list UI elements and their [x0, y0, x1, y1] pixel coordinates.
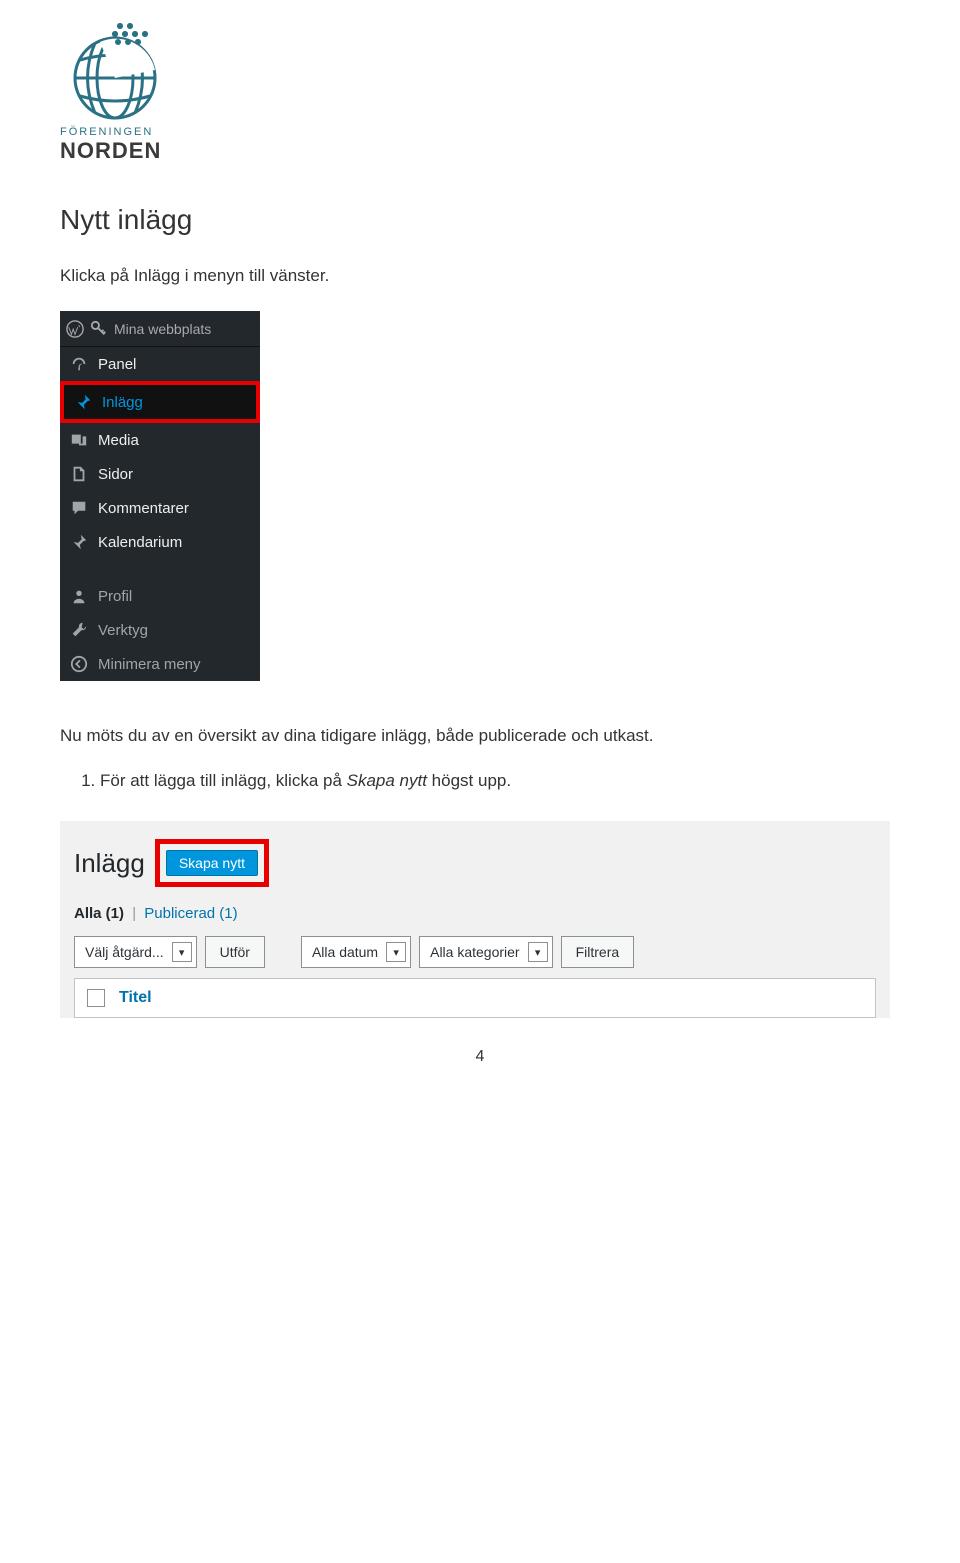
dashboard-icon: [70, 355, 88, 373]
sidebar-item-label: Kommentarer: [98, 500, 189, 517]
step1-suffix: högst upp.: [427, 771, 511, 790]
logo-line2: NORDEN: [60, 138, 900, 164]
chevron-down-icon: ▾: [386, 942, 406, 962]
chevron-down-icon: ▾: [172, 942, 192, 962]
category-filter-select[interactable]: Alla kategorier ▾: [419, 936, 553, 968]
step1-prefix: För att lägga till inlägg, klicka på: [100, 771, 347, 790]
date-filter-select[interactable]: Alla datum ▾: [301, 936, 411, 968]
sidebar-item-kalendarium[interactable]: Kalendarium: [60, 525, 260, 559]
sidebar-item-sidor[interactable]: Sidor: [60, 457, 260, 491]
filter-all[interactable]: Alla (1): [74, 905, 124, 922]
user-icon: [70, 587, 88, 605]
sidebar-item-label: Sidor: [98, 466, 133, 483]
sidebar-item-label: Inlägg: [102, 394, 143, 411]
body-text-2: Nu möts du av en översikt av dina tidiga…: [60, 726, 900, 746]
page-heading: Nytt inlägg: [60, 204, 900, 236]
media-icon: [70, 431, 88, 449]
sidebar-item-profil[interactable]: Profil: [60, 579, 260, 613]
sidebar-item-inlagg[interactable]: Inlägg: [60, 381, 260, 423]
comment-icon: [70, 499, 88, 517]
page-number: 4: [60, 1048, 900, 1066]
collapse-icon: [70, 655, 88, 673]
wp-posts-screenshot: Inlägg Skapa nytt Alla (1) | Publicerad …: [60, 821, 890, 1018]
sidebar-item-label: Minimera meny: [98, 656, 201, 673]
pin-icon: [74, 393, 92, 411]
intro-text: Klicka på Inlägg i menyn till vänster.: [60, 266, 900, 286]
pages-icon: [70, 465, 88, 483]
sidebar-item-kommentarer[interactable]: Kommentarer: [60, 491, 260, 525]
pin-icon: [70, 533, 88, 551]
topbar-label: Mina webbplats: [114, 321, 211, 337]
sidebar-item-media[interactable]: Media: [60, 423, 260, 457]
filter-links: Alla (1) | Publicerad (1): [74, 905, 876, 922]
globe-icon: [60, 20, 170, 120]
bulk-action-select[interactable]: Välj åtgärd... ▾: [74, 936, 197, 968]
select-all-checkbox[interactable]: [87, 989, 105, 1007]
wp-sidebar-screenshot: Mina webbplats Panel Inlägg Media Sidor …: [60, 311, 260, 681]
sidebar-item-label: Verktyg: [98, 622, 148, 639]
bulk-action-label: Välj åtgärd...: [85, 944, 164, 960]
wp-admin-bar[interactable]: Mina webbplats: [60, 311, 260, 347]
apply-button[interactable]: Utför: [205, 936, 265, 968]
highlight-box: Skapa nytt: [155, 839, 269, 887]
sidebar-item-label: Kalendarium: [98, 534, 182, 551]
create-new-button[interactable]: Skapa nytt: [166, 850, 258, 876]
sidebar-item-panel[interactable]: Panel: [60, 347, 260, 381]
sidebar-item-label: Media: [98, 432, 139, 449]
step1-em: Skapa nytt: [347, 771, 427, 790]
date-filter-label: Alla datum: [312, 944, 378, 960]
key-icon: [90, 320, 108, 338]
sidebar-item-label: Profil: [98, 588, 132, 605]
logo-line1: FÖRENINGEN: [60, 126, 900, 138]
table-header-row: Titel: [74, 978, 876, 1018]
chevron-down-icon: ▾: [528, 942, 548, 962]
step-1: För att lägga till inlägg, klicka på Ska…: [100, 771, 900, 791]
sidebar-item-label: Panel: [98, 356, 136, 373]
wrench-icon: [70, 621, 88, 639]
sidebar-item-collapse[interactable]: Minimera meny: [60, 647, 260, 681]
cat-filter-label: Alla kategorier: [430, 944, 520, 960]
column-title[interactable]: Titel: [119, 989, 152, 1007]
logo: FÖRENINGEN NORDEN: [60, 20, 900, 164]
filter-button[interactable]: Filtrera: [561, 936, 635, 968]
posts-page-title: Inlägg: [74, 848, 145, 879]
filter-published[interactable]: Publicerad (1): [144, 905, 237, 922]
sidebar-item-verktyg[interactable]: Verktyg: [60, 613, 260, 647]
wordpress-icon: [66, 320, 84, 338]
